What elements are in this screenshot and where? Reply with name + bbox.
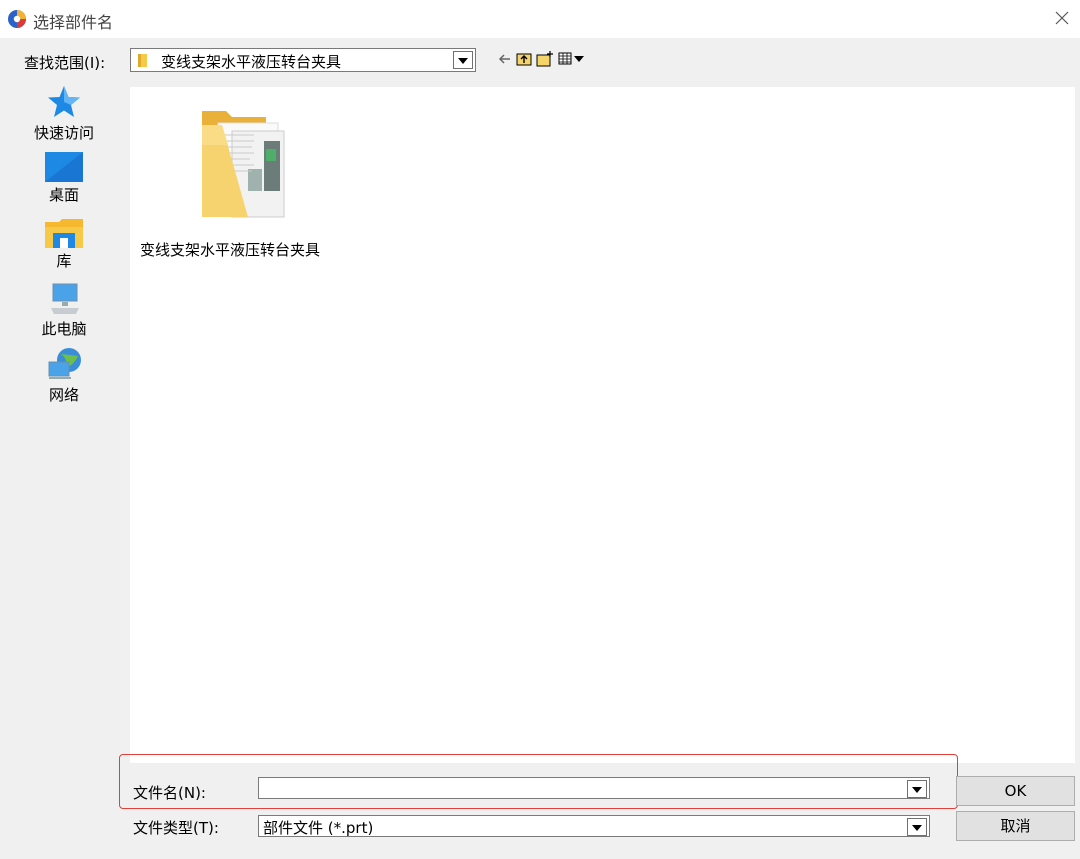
computer-icon (51, 283, 79, 314)
filename-input[interactable] (262, 779, 906, 799)
desktop-icon (45, 152, 83, 182)
filetype-value: 部件文件 (*.prt) (263, 819, 374, 837)
chevron-down-icon[interactable] (907, 780, 927, 798)
cancel-button[interactable]: 取消 (956, 811, 1075, 841)
app-logo-icon (8, 10, 26, 28)
library-icon (45, 219, 83, 248)
place-label: 库 (56, 252, 72, 270)
filename-label: 文件名(N): (133, 784, 206, 802)
place-network[interactable]: 网络 (10, 346, 118, 405)
look-in-dropdown[interactable]: 变线支架水平液压转台夹具 (130, 48, 476, 72)
place-label: 桌面 (48, 186, 79, 204)
chevron-down-icon[interactable] (453, 51, 473, 69)
folder-icon (138, 54, 147, 67)
folder-icon (202, 111, 285, 218)
filename-combo[interactable] (258, 777, 930, 799)
places-bar: 快速访问 桌面 库 此电脑 网络 (10, 84, 122, 764)
place-label: 此电脑 (41, 320, 87, 338)
view-menu-icon[interactable] (558, 50, 586, 68)
folder-item[interactable]: 变线支架水平液压转台夹具 (138, 103, 348, 259)
look-in-value: 变线支架水平液压转台夹具 (161, 53, 342, 71)
look-in-label: 查找范围(I): (24, 54, 106, 72)
ok-button[interactable]: OK (956, 776, 1075, 806)
back-icon[interactable] (498, 50, 512, 68)
filetype-label: 文件类型(T): (133, 819, 219, 837)
place-desktop[interactable]: 桌面 (10, 152, 118, 205)
filetype-dropdown[interactable]: 部件文件 (*.prt) (258, 815, 930, 837)
folder-name: 变线支架水平液压转台夹具 (140, 241, 321, 259)
place-quick-access[interactable]: 快速访问 (10, 84, 118, 143)
up-folder-icon[interactable] (516, 50, 532, 68)
place-label: 快速访问 (33, 124, 94, 142)
place-libraries[interactable]: 库 (10, 218, 118, 271)
network-icon (48, 348, 81, 379)
title-bar: 选择部件名 (0, 0, 1080, 38)
file-list[interactable]: 变线支架水平液压转台夹具 (130, 87, 1075, 763)
place-this-pc[interactable]: 此电脑 (10, 282, 118, 339)
place-label: 网络 (48, 386, 79, 404)
star-icon (48, 86, 80, 117)
chevron-down-icon[interactable] (907, 818, 927, 836)
new-folder-icon[interactable] (536, 50, 554, 68)
window-title: 选择部件名 (33, 13, 114, 32)
close-icon[interactable] (1050, 6, 1074, 30)
